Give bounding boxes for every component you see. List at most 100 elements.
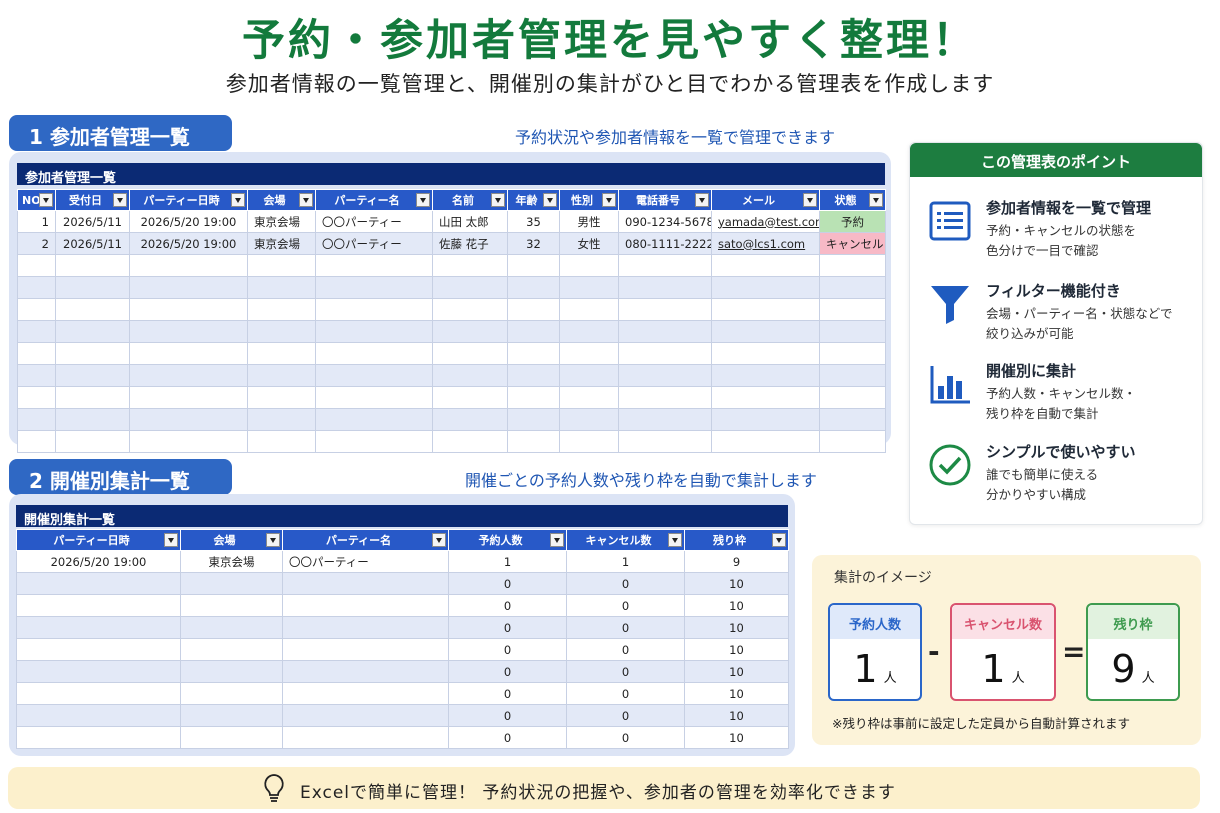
- card-value: 1: [981, 647, 1006, 691]
- table-cell-email[interactable]: sato@lcs1.com: [711, 232, 820, 255]
- table-cell-venue: [247, 320, 316, 343]
- table-cell-party_dt: 2026/5/20 19:00: [16, 550, 181, 573]
- table-cell-party_dt: 2026/5/20 19:00: [129, 210, 248, 233]
- table-cell-status: [819, 342, 886, 365]
- filter-dropdown-icon[interactable]: [416, 193, 430, 207]
- table-cell-date: 2026/5/11: [55, 232, 130, 255]
- reserved-card: 予約人数 1人: [828, 603, 922, 701]
- table-cell-phone: [618, 408, 712, 431]
- table-cell-age: [507, 430, 560, 453]
- table-cell-no: [17, 276, 56, 299]
- table-row: 0 0 10: [16, 594, 789, 617]
- filter-dropdown-icon[interactable]: [164, 533, 178, 547]
- table-cell-reserved: 0: [448, 572, 567, 595]
- table-cell-email[interactable]: [711, 342, 820, 365]
- cancel-card: キャンセル数 1人: [950, 603, 1056, 701]
- table-cell-party: [315, 320, 433, 343]
- table-cell-party: 〇〇パーティー: [315, 232, 433, 255]
- column-header-label: 受付日: [69, 194, 102, 207]
- card-unit: 人: [883, 671, 897, 686]
- points-title: この管理表のポイント: [910, 143, 1202, 177]
- table-cell-age: 32: [507, 232, 560, 255]
- filter-dropdown-icon[interactable]: [113, 193, 127, 207]
- table-cell-date: [55, 430, 130, 453]
- table-cell-party: [282, 638, 449, 661]
- table-cell-gender: [559, 298, 619, 321]
- table-cell-venue: [180, 682, 283, 705]
- table-cell-reserved: 0: [448, 682, 567, 705]
- filter-dropdown-icon[interactable]: [231, 193, 245, 207]
- table-cell-email[interactable]: [711, 254, 820, 277]
- table-row: [17, 276, 886, 299]
- table-cell-email[interactable]: [711, 386, 820, 409]
- table-cell-email[interactable]: [711, 276, 820, 299]
- sheet-title-participants: 参加者管理一覧: [17, 163, 885, 186]
- check-circle-icon: [928, 443, 972, 487]
- summary-image-box: 集計のイメージ 予約人数 1人 - キャンセル数 1人 = 残り枠 9人 ※残り…: [812, 555, 1201, 745]
- column-header-label: 電話番号: [636, 194, 680, 207]
- column-header-label: メール: [742, 194, 775, 207]
- column-header: パーティー名: [315, 189, 433, 211]
- table-cell-venue: 東京会場: [180, 550, 283, 573]
- filter-dropdown-icon[interactable]: [432, 533, 446, 547]
- table-cell-cancelled: 0: [566, 572, 685, 595]
- table-cell-email[interactable]: [711, 298, 820, 321]
- table-cell-venue: [247, 298, 316, 321]
- point-title: フィルター機能付き: [986, 282, 1121, 300]
- table-cell-email[interactable]: [711, 320, 820, 343]
- table-cell-age: [507, 364, 560, 387]
- table-cell-party: [315, 298, 433, 321]
- table-cell-email[interactable]: [711, 364, 820, 387]
- table-cell-email[interactable]: [711, 408, 820, 431]
- column-header: パーティー日時: [16, 529, 181, 551]
- card-label: 予約人数: [830, 605, 920, 639]
- table-cell-venue: [247, 342, 316, 365]
- filter-dropdown-icon[interactable]: [266, 533, 280, 547]
- filter-dropdown-icon[interactable]: [550, 533, 564, 547]
- filter-dropdown-icon[interactable]: [695, 193, 709, 207]
- table-cell-phone: 080-1111-2222: [618, 232, 712, 255]
- filter-dropdown-icon[interactable]: [869, 193, 883, 207]
- table-cell-venue: [180, 638, 283, 661]
- filter-dropdown-icon[interactable]: [299, 193, 313, 207]
- table-row: 2026/5/20 19:00 東京会場 〇〇パーティー 1 1 9: [16, 550, 789, 573]
- card-value: 9: [1111, 647, 1136, 691]
- table-cell-reserved: 0: [448, 704, 567, 727]
- filter-dropdown-icon[interactable]: [491, 193, 505, 207]
- summary-image-title: 集計のイメージ: [834, 570, 932, 586]
- table-cell-email[interactable]: [711, 430, 820, 453]
- table-row: 0 0 10: [16, 704, 789, 727]
- column-header-label: NO: [22, 193, 41, 207]
- sheet-title-summary: 開催別集計一覧: [16, 505, 788, 528]
- filter-dropdown-icon[interactable]: [543, 193, 557, 207]
- table-cell-cancelled: 0: [566, 726, 685, 749]
- table-cell-no: [17, 430, 56, 453]
- summary-table: パーティー日時 会場 パーティー名 予約人数 キャンセル数 残り枠 2026/5/20 1…: [16, 529, 789, 749]
- table-cell-gender: [559, 276, 619, 299]
- column-header-label: 予約人数: [478, 534, 523, 547]
- table-cell-gender: [559, 386, 619, 409]
- table-cell-cancelled: 0: [566, 594, 685, 617]
- filter-dropdown-icon[interactable]: [602, 193, 616, 207]
- table-cell-email[interactable]: yamada@test.com: [711, 210, 820, 233]
- card-value: 1: [853, 647, 878, 691]
- table-row: [17, 298, 886, 321]
- table-cell-party: 〇〇パーティー: [315, 210, 433, 233]
- table-cell-party_dt: [129, 254, 248, 277]
- column-header: 電話番号: [618, 189, 712, 211]
- table-cell-date: [55, 342, 130, 365]
- filter-dropdown-icon[interactable]: [668, 533, 682, 547]
- point-desc: 予約・キャンセルの状態を 色分けで一目で確認: [986, 223, 1137, 258]
- column-header: パーティー名: [282, 529, 449, 551]
- card-unit: 人: [1141, 671, 1155, 686]
- table-cell-party: [315, 342, 433, 365]
- column-header: 状態: [819, 189, 886, 211]
- summary-header-row: パーティー日時 会場 パーティー名 予約人数 キャンセル数 残り枠: [16, 529, 789, 551]
- filter-dropdown-icon[interactable]: [803, 193, 817, 207]
- filter-dropdown-icon[interactable]: [39, 193, 53, 207]
- table-cell-party: [315, 276, 433, 299]
- table-cell-name: [432, 276, 508, 299]
- table-row: 0 0 10: [16, 638, 789, 661]
- table-row: 0 0 10: [16, 572, 789, 595]
- filter-dropdown-icon[interactable]: [772, 533, 786, 547]
